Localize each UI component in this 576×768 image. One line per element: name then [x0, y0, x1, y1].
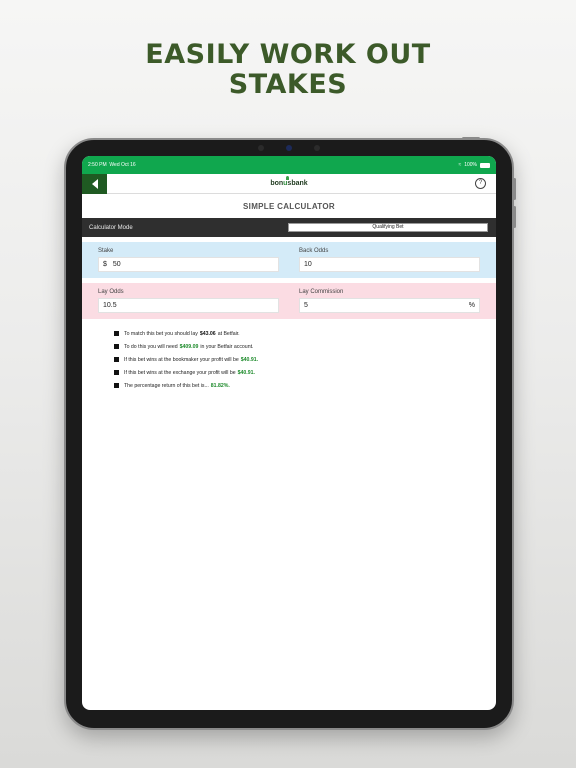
- sprout-icon: [286, 176, 289, 180]
- result-value: $40.91.: [237, 369, 255, 376]
- camera-bar: [250, 145, 330, 151]
- result-value: $43.06: [199, 330, 216, 337]
- app-screen: 2:50 PM Wed Oct 16 ≈ 100% bonusbank ? SI…: [82, 156, 496, 710]
- lay-odds-field: Lay Odds 10.5: [98, 289, 279, 313]
- lay-odds-value: 10.5: [103, 302, 117, 309]
- lay-bet-panel: Lay Odds 10.5 Lay Commission 5 %: [82, 283, 496, 319]
- marketing-headline: EASILY WORK OUT STAKES: [0, 40, 576, 100]
- percent-suffix: %: [468, 302, 475, 309]
- currency-prefix: $: [103, 261, 107, 268]
- lay-commission-input[interactable]: 5 %: [299, 298, 480, 313]
- bullet-icon: [114, 357, 119, 362]
- lay-commission-label: Lay Commission: [299, 289, 344, 295]
- bullet-icon: [114, 383, 119, 388]
- calculator-mode-select[interactable]: Qualifying Bet: [288, 223, 488, 232]
- result-item: If this bet wins at the exchange your pr…: [114, 366, 496, 379]
- bonusbank-logo: bonusbank: [82, 176, 496, 187]
- bullet-icon: [114, 344, 119, 349]
- stake-input[interactable]: $ 50: [98, 257, 279, 272]
- stake-field: Stake $ 50: [98, 248, 279, 272]
- bullet-icon: [114, 370, 119, 375]
- result-value: $409.09: [179, 343, 199, 350]
- result-value: 81.82%.: [210, 382, 230, 389]
- back-odds-field: Back Odds 10: [299, 248, 480, 272]
- result-item: To do this you will need $409.09 in your B…: [114, 340, 496, 353]
- result-item: To match this bet you should lay $43.06 at…: [114, 327, 496, 340]
- back-odds-value: 10: [304, 261, 312, 268]
- status-right: ≈ 100%: [458, 162, 490, 168]
- top-button: [462, 137, 480, 140]
- result-value: $40.91.: [240, 356, 259, 363]
- calculator-mode-label: Calculator Mode: [89, 224, 133, 231]
- volume-up-button: [513, 178, 516, 200]
- help-icon[interactable]: ?: [475, 178, 486, 189]
- wifi-icon: ≈: [458, 162, 462, 168]
- bullet-icon: [114, 331, 119, 336]
- result-item: The percentage return of this bet is... 8…: [114, 379, 496, 392]
- volume-down-button: [513, 206, 516, 228]
- stake-value: 50: [112, 261, 121, 268]
- sensor-icon: [258, 145, 264, 151]
- headline-line-1: EASILY WORK OUT: [145, 39, 431, 70]
- page-title: SIMPLE CALCULATOR: [243, 201, 335, 211]
- lay-odds-label: Lay Odds: [98, 289, 124, 295]
- nav-bar: bonusbank ?: [82, 173, 496, 194]
- status-time: 2:50 PM Wed Oct 16: [88, 162, 136, 168]
- sensor-icon: [314, 145, 320, 151]
- result-item: If this bet wins at the bookmaker your p…: [114, 353, 496, 366]
- lay-odds-input[interactable]: 10.5: [98, 298, 279, 313]
- back-odds-input[interactable]: 10: [299, 257, 480, 272]
- calculator-mode-row: Calculator Mode Qualifying Bet: [82, 218, 496, 237]
- battery-percent: 100%: [464, 162, 477, 168]
- headline-line-2: STAKES: [228, 69, 348, 100]
- status-bar: 2:50 PM Wed Oct 16 ≈ 100%: [82, 156, 496, 174]
- battery-icon: [480, 162, 490, 168]
- lay-commission-field: Lay Commission 5 %: [299, 289, 480, 313]
- stake-label: Stake: [98, 248, 114, 254]
- back-bet-panel: Stake $ 50 Back Odds 10: [82, 242, 496, 278]
- back-odds-label: Back Odds: [299, 248, 329, 254]
- lay-commission-value: 5: [304, 302, 308, 309]
- camera-icon: [286, 145, 292, 151]
- results-list: To match this bet you should lay $43.06 at…: [82, 327, 496, 392]
